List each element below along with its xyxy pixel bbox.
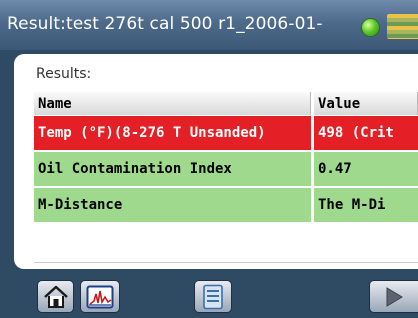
- results-table: Name Value Temp (°F)(8-276 T Unsanded) 4…: [34, 92, 418, 263]
- status-indicator-icon: [362, 19, 379, 36]
- row-value: The M-Di: [314, 188, 418, 222]
- chart-button[interactable]: [81, 281, 119, 312]
- table-row[interactable]: Oil Contamination Index 0.47: [34, 152, 418, 186]
- table-bottom-divider: [34, 262, 418, 263]
- table-header: Name Value: [34, 92, 418, 115]
- column-header-name[interactable]: Name: [34, 92, 311, 115]
- bottom-toolbar: [0, 272, 418, 318]
- next-button[interactable]: [370, 281, 418, 312]
- results-label: Results:: [36, 66, 92, 82]
- home-icon: [43, 285, 68, 308]
- chart-icon: [86, 285, 114, 308]
- table-row[interactable]: M-Distance The M-Di: [34, 188, 418, 222]
- window-title: Result:test 276t cal 500 r1_2006-01-: [7, 14, 323, 34]
- row-value: 498 (Crit: [314, 116, 418, 150]
- title-badge-icon: [387, 14, 418, 39]
- row-value: 0.47: [314, 152, 418, 186]
- row-name: M-Distance: [34, 188, 311, 222]
- home-button[interactable]: [38, 281, 73, 312]
- table-row[interactable]: Temp (°F)(8-276 T Unsanded) 498 (Crit: [34, 116, 418, 150]
- row-name: Temp (°F)(8-276 T Unsanded): [34, 116, 311, 150]
- play-arrow-icon: [386, 286, 403, 307]
- report-button[interactable]: [195, 281, 231, 312]
- column-header-value[interactable]: Value: [314, 92, 418, 115]
- results-panel: Results: Name Value Temp (°F)(8-276 T Un…: [14, 54, 418, 269]
- document-icon: [203, 284, 223, 309]
- row-name: Oil Contamination Index: [34, 152, 311, 186]
- title-bar: Result:test 276t cal 500 r1_2006-01-: [0, 0, 418, 50]
